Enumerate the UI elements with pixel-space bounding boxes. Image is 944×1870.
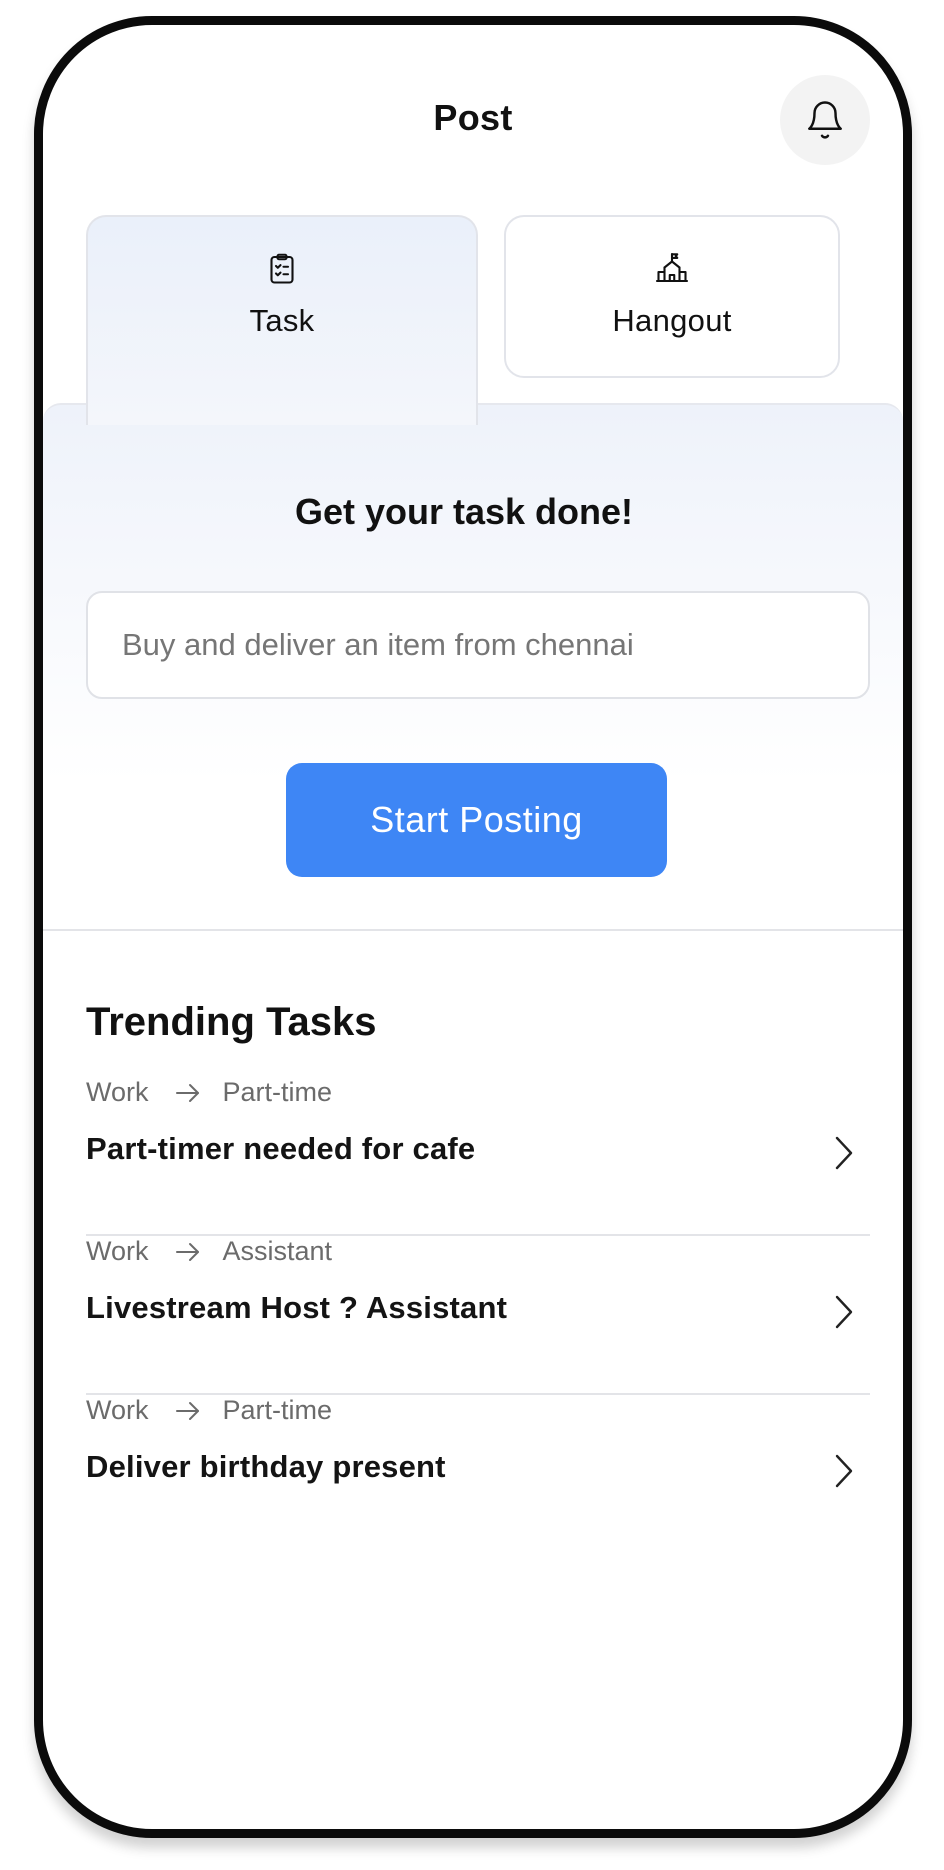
tab-task[interactable]: Task	[86, 215, 478, 425]
arrow-right-icon	[175, 1082, 201, 1104]
start-posting-button[interactable]: Start Posting	[286, 763, 667, 877]
task-title: Part-timer needed for cafe	[86, 1131, 476, 1166]
task-subcategory: Part-time	[222, 1395, 333, 1425]
tab-task-label: Task	[249, 303, 315, 338]
arrow-right-icon	[175, 1400, 201, 1422]
bell-icon	[808, 101, 842, 139]
notifications-button[interactable]	[780, 75, 870, 165]
tab-hangout-label: Hangout	[612, 303, 732, 338]
task-description-input[interactable]	[86, 591, 870, 699]
page-title: Post	[433, 97, 513, 138]
tab-hangout[interactable]: Hangout	[504, 215, 840, 378]
task-title: Deliver birthday present	[86, 1449, 446, 1484]
list-item[interactable]: Work Assistant Livestream Host ? Assista…	[86, 1236, 870, 1395]
task-category: Work	[86, 1395, 149, 1425]
list-item[interactable]: Work Part-time Deliver birthday present	[86, 1395, 870, 1554]
building-flag-icon	[655, 252, 689, 283]
chevron-right-icon	[835, 1454, 853, 1488]
trending-task-list: Work Part-time Part-timer needed for caf…	[86, 1077, 870, 1554]
hero-title: Get your task done!	[294, 491, 634, 532]
task-title: Livestream Host ? Assistant	[86, 1290, 508, 1325]
trending-tasks-title: Trending Tasks	[86, 1000, 377, 1044]
chevron-right-icon	[835, 1136, 853, 1170]
arrow-right-icon	[175, 1241, 201, 1263]
section-divider	[43, 929, 903, 931]
task-breadcrumb: Work Assistant	[86, 1236, 332, 1267]
clipboard-checklist-icon	[270, 253, 294, 284]
task-subcategory: Assistant	[222, 1236, 333, 1266]
chevron-right-icon	[835, 1295, 853, 1329]
list-item[interactable]: Work Part-time Part-timer needed for caf…	[86, 1077, 870, 1236]
header: Post	[43, 25, 903, 195]
task-breadcrumb: Work Part-time	[86, 1395, 332, 1426]
task-category: Work	[86, 1236, 149, 1266]
task-subcategory: Part-time	[222, 1077, 333, 1107]
task-breadcrumb: Work Part-time	[86, 1077, 332, 1108]
task-category: Work	[86, 1077, 149, 1107]
phone-frame: Post Task Hangout Get your task done! Bu…	[34, 16, 912, 1838]
